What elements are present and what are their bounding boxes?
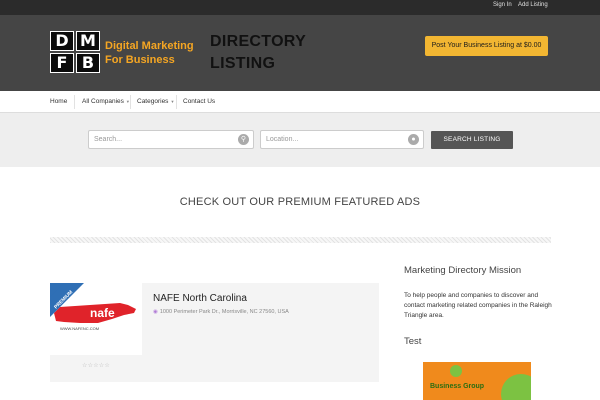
nav-item-label: Contact Us: [183, 98, 216, 105]
nav-item-contact-us[interactable]: Contact Us: [183, 98, 215, 105]
location-input[interactable]: Location... ●: [260, 130, 424, 149]
star-icon: ☆: [104, 363, 110, 369]
mission-text: To help people and companies to discover…: [404, 292, 552, 319]
test-heading: Test: [404, 336, 422, 347]
location-pin-icon: ●: [408, 134, 419, 145]
logo-letter-d: D: [50, 31, 74, 51]
logo-letter-b: B: [76, 53, 100, 73]
map-pin-icon: ◉: [153, 309, 158, 315]
ad-decoration: [501, 374, 531, 400]
nav-divider: [130, 95, 131, 109]
listing-title[interactable]: NAFE North Carolina: [153, 293, 247, 304]
nav-item-label: All Companies: [82, 98, 124, 105]
sign-in-link[interactable]: Sign In: [493, 2, 512, 8]
magnifier-icon: ⚲: [238, 134, 249, 145]
nav-item-label: Home: [50, 98, 68, 105]
nav-divider: [74, 95, 75, 109]
nav-divider: [176, 95, 177, 109]
sidebar-ad-banner[interactable]: Business Group: [423, 362, 531, 400]
listing-rating: ☆☆☆☆☆: [82, 362, 110, 369]
nav-item-label: Categories: [137, 98, 169, 105]
search-placeholder: Search...: [94, 136, 123, 143]
site-header: D M F B Digital Marketing For Business D…: [0, 15, 600, 91]
section-divider: [50, 237, 551, 243]
site-logo[interactable]: D M F B: [50, 31, 101, 75]
directory-title: DIRECTORY LISTING: [210, 33, 306, 72]
search-input[interactable]: Search... ⚲: [88, 130, 254, 149]
main-nav: Home All Companies ▼ Categories ▼ Contact …: [0, 91, 600, 113]
ad-label: Business Group: [430, 383, 485, 390]
business-group-logo-icon: [450, 365, 462, 377]
chevron-down-icon: ▼: [170, 99, 175, 104]
location-placeholder: Location...: [266, 136, 299, 143]
logo-letter-m: M: [76, 31, 100, 51]
listing-address-text: 1000 Perimeter Park Dr., Morrisville, NC…: [159, 309, 289, 315]
listing-address: ◉ 1000 Perimeter Park Dr., Morrisville, N…: [153, 309, 289, 315]
mission-heading: Marketing Directory Mission: [404, 265, 522, 276]
featured-ads-heading: CHECK OUT OUR PREMIUM FEATURED ADS: [179, 196, 421, 208]
search-listing-button[interactable]: SEARCH LISTING: [431, 131, 513, 149]
logo-letter-f: F: [50, 53, 74, 73]
listing-logo[interactable]: nafe WWW.NAFENC.COM PREMIUM: [50, 283, 142, 355]
nav-item-categories[interactable]: Categories ▼: [137, 98, 174, 105]
logo-tagline: Digital Marketing For Business: [105, 40, 194, 66]
top-bar: Sign In Add Listing: [0, 0, 600, 15]
logo-wordmark: nafe: [90, 306, 115, 320]
nav-item-home[interactable]: Home: [50, 98, 67, 105]
nafe-logo-image: nafe WWW.NAFENC.COM PREMIUM: [50, 283, 142, 355]
logo-url: WWW.NAFENC.COM: [60, 326, 99, 331]
post-listing-button[interactable]: Post Your Business Listing at $0.00: [425, 36, 548, 56]
add-listing-link[interactable]: Add Listing: [518, 2, 548, 8]
nav-item-all-companies[interactable]: All Companies ▼: [82, 98, 130, 105]
